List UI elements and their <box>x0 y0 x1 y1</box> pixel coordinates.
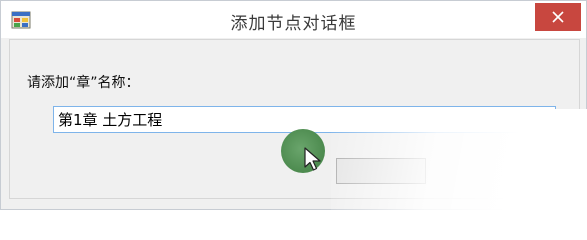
ok-button[interactable] <box>336 158 426 184</box>
mouse-pointer-icon <box>303 147 323 177</box>
close-button[interactable] <box>535 3 581 31</box>
window-title: 添加节点对话框 <box>230 14 357 34</box>
close-icon <box>552 11 564 23</box>
dialog-body: 请添加“章”名称： <box>9 39 580 199</box>
prompt-label: 请添加“章”名称： <box>27 75 140 91</box>
title-bar[interactable]: 添加节点对话框 <box>1 1 586 38</box>
add-node-dialog: 添加节点对话框 请添加“章”名称： <box>0 0 587 211</box>
